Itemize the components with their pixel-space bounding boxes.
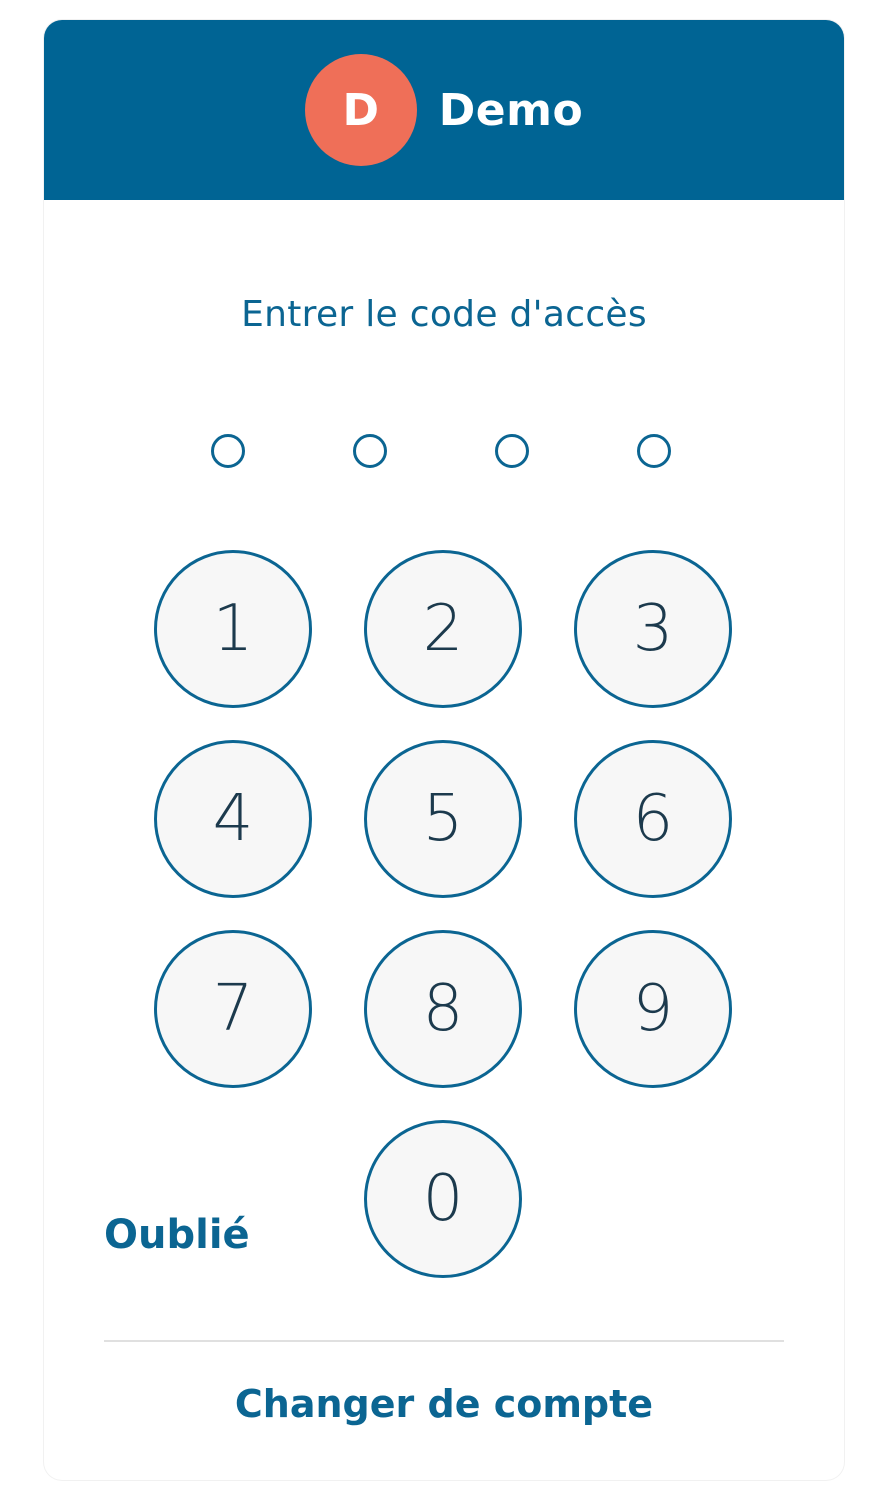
account-name: Demo xyxy=(438,84,584,136)
divider xyxy=(104,1340,784,1342)
switch-account-link[interactable]: Changer de compte xyxy=(44,1382,844,1426)
forgot-link[interactable]: Oublié xyxy=(104,1212,250,1258)
key-0[interactable]: 0 xyxy=(364,1120,522,1278)
key-2[interactable]: 2 xyxy=(364,550,522,708)
passcode-card: D Demo Entrer le code d'accès 1 2 3 4 5 … xyxy=(44,20,844,1480)
key-8[interactable]: 8 xyxy=(364,930,522,1088)
key-3[interactable]: 3 xyxy=(574,550,732,708)
pin-dot-2 xyxy=(353,434,387,468)
passcode-prompt: Entrer le code d'accès xyxy=(241,294,647,335)
key-6[interactable]: 6 xyxy=(574,740,732,898)
key-1[interactable]: 1 xyxy=(154,550,312,708)
key-5[interactable]: 5 xyxy=(364,740,522,898)
pin-dot-3 xyxy=(495,434,529,468)
account-header: D Demo xyxy=(44,20,844,200)
key-9[interactable]: 9 xyxy=(574,930,732,1088)
key-7[interactable]: 7 xyxy=(154,930,312,1088)
pin-dot-4 xyxy=(637,434,671,468)
pin-dot-1 xyxy=(211,434,245,468)
key-4[interactable]: 4 xyxy=(154,740,312,898)
avatar: D xyxy=(304,54,417,166)
